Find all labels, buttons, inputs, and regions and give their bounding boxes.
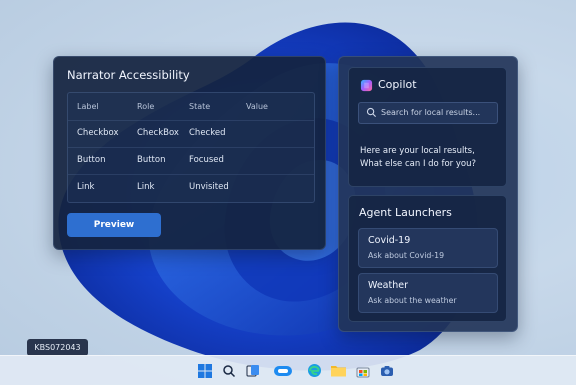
windows-start-icon[interactable] bbox=[196, 362, 213, 379]
table-cell: Button bbox=[77, 155, 106, 165]
search-icon bbox=[366, 107, 377, 118]
table-row[interactable]: Checkbox CheckBox Checked bbox=[68, 120, 314, 148]
agent-name: Covid-19 bbox=[368, 235, 411, 246]
search-placeholder: Search for local results... bbox=[381, 108, 481, 117]
table-row[interactable]: Button Button Focused bbox=[68, 147, 314, 175]
camera-icon[interactable] bbox=[378, 362, 395, 379]
agent-description: Ask about Covid-19 bbox=[368, 251, 445, 260]
copilot-message-line: What else can I do for you? bbox=[360, 159, 476, 169]
store-icon[interactable] bbox=[354, 362, 371, 379]
file-explorer-icon[interactable] bbox=[330, 362, 347, 379]
copilot-search-input[interactable]: Search for local results... bbox=[358, 102, 498, 124]
narrator-title: Narrator Accessibility bbox=[67, 68, 190, 82]
copilot-icon[interactable] bbox=[272, 362, 294, 379]
agent-description: Ask about the weather bbox=[368, 296, 457, 305]
preview-button[interactable]: Preview bbox=[67, 213, 161, 237]
copilot-logo-icon bbox=[360, 79, 373, 92]
copilot-message: Here are your local results, What else c… bbox=[360, 145, 500, 171]
kb-badge: KBS072043 bbox=[27, 339, 88, 356]
agent-launchers-title: Agent Launchers bbox=[359, 206, 452, 219]
table-cell: Checkbox bbox=[77, 128, 119, 138]
table-cell: Link bbox=[137, 182, 155, 192]
accessibility-table: Label Role State Value Checkbox CheckBox… bbox=[67, 92, 315, 203]
table-row[interactable]: Link Link Unvisited bbox=[68, 174, 314, 201]
table-cell: Focused bbox=[189, 155, 224, 165]
table-cell: Unvisited bbox=[189, 182, 229, 192]
agent-item-covid[interactable]: Covid-19 Ask about Covid-19 bbox=[358, 228, 498, 268]
table-header-row: Label Role State Value bbox=[68, 93, 314, 121]
table-cell: CheckBox bbox=[137, 128, 179, 138]
narrator-accessibility-panel: Narrator Accessibility Label Role State … bbox=[53, 56, 326, 250]
table-cell: Button bbox=[137, 155, 166, 165]
edge-icon[interactable] bbox=[306, 362, 323, 379]
table-cell: Checked bbox=[189, 128, 226, 138]
copilot-card: Copilot Search for local results... Here… bbox=[348, 67, 507, 187]
search-icon[interactable] bbox=[220, 362, 237, 379]
agent-launchers-card: Agent Launchers Covid-19 Ask about Covid… bbox=[348, 195, 507, 322]
task-view-icon[interactable] bbox=[244, 362, 261, 379]
agent-item-weather[interactable]: Weather Ask about the weather bbox=[358, 273, 498, 313]
table-cell: Link bbox=[77, 182, 95, 192]
column-header: Value bbox=[246, 102, 268, 111]
copilot-title: Copilot bbox=[378, 78, 417, 91]
taskbar bbox=[0, 355, 576, 385]
column-header: State bbox=[189, 102, 211, 111]
column-header: Label bbox=[77, 102, 99, 111]
agent-name: Weather bbox=[368, 280, 408, 291]
column-header: Role bbox=[137, 102, 155, 111]
copilot-message-line: Here are your local results, bbox=[360, 146, 475, 156]
